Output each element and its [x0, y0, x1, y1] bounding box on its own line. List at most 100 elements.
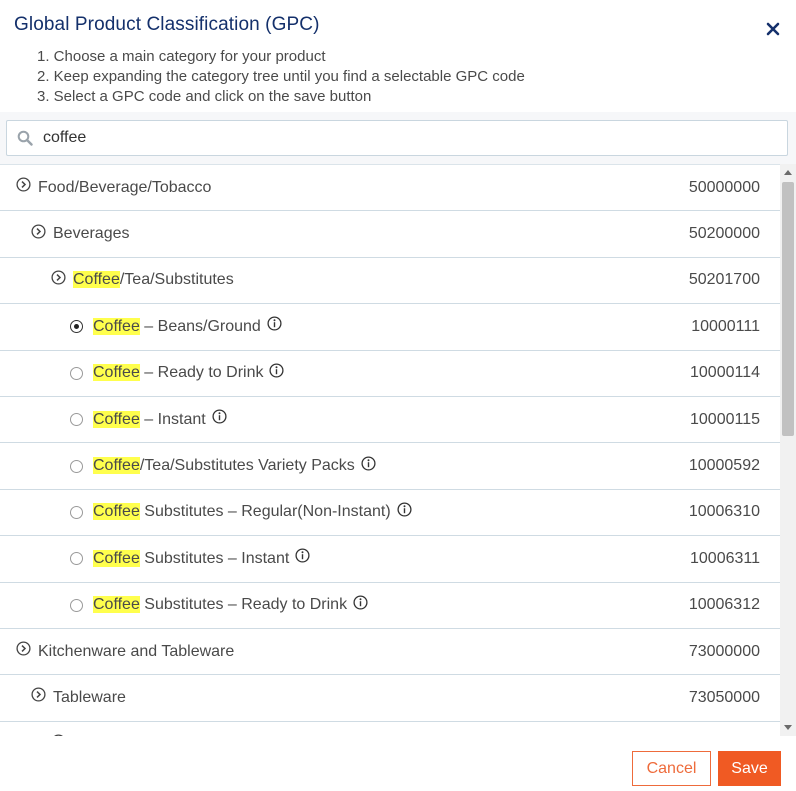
save-button[interactable]: Save [718, 751, 781, 786]
tree-category-row-partial[interactable] [0, 722, 780, 736]
row-label-text: /Tea/Substitutes [119, 271, 234, 289]
tree-option-row[interactable]: Coffee Substitutes – Ready to Drink 10006… [0, 583, 780, 629]
row-label-text: Food/Beverage/Tobacco [38, 178, 212, 196]
row-label-text: Beverages [53, 225, 130, 243]
scroll-thumb[interactable] [782, 182, 794, 436]
tree-option-row[interactable]: Coffee – Beans/Ground 10000111 [0, 304, 780, 351]
row-content: Tableware [31, 675, 126, 720]
gpc-code: 10006312 [688, 596, 760, 614]
tree-option-row[interactable]: Coffee Substitutes – Regular(Non-Instant… [0, 490, 780, 537]
search-highlight: Coffee [93, 410, 140, 428]
row-label-text: – Ready to Drink [139, 364, 264, 382]
gpc-radio-button[interactable] [70, 366, 83, 380]
chevron-right-circle-icon[interactable] [16, 177, 31, 192]
gpc-code: 10006311 [690, 549, 760, 567]
row-label: Coffee Substitutes – Ready to Drink [93, 596, 347, 614]
row-content: Food/Beverage/Tobacco [16, 165, 211, 210]
row-label: Coffee/Tea/Substitutes Variety Packs [93, 457, 355, 475]
row-content: Coffee – Beans/Ground [70, 304, 282, 349]
tree-category-row[interactable]: Food/Beverage/Tobacco 50000000 [0, 165, 780, 212]
gpc-code: 50200000 [688, 225, 760, 243]
row-label: Kitchenware and Tableware [38, 643, 234, 661]
info-icon[interactable] [353, 595, 368, 610]
search-box[interactable] [6, 120, 788, 156]
chevron-right-circle-icon[interactable] [31, 224, 46, 239]
tree-category-row[interactable]: Kitchenware and Tableware 73000000 [0, 629, 780, 676]
dialog-title: Global Product Classification (GPC) [14, 14, 320, 35]
search-icon [17, 130, 33, 146]
row-content: Coffee – Instant [70, 397, 227, 442]
row-content: Beverages [31, 211, 130, 256]
row-content: Coffee/Tea/Substitutes Variety Packs [70, 443, 376, 488]
gpc-radio-button[interactable] [70, 320, 83, 334]
tree-option-row[interactable]: Coffee – Instant 10000115 [0, 397, 780, 444]
close-icon[interactable] [764, 20, 782, 38]
row-label-text: Substitutes – Instant [139, 549, 290, 567]
gpc-code: 73000000 [688, 642, 760, 660]
row-label-text: Substitutes – Ready to Drink [139, 596, 348, 614]
info-icon[interactable] [361, 455, 376, 471]
row-label: Coffee – Ready to Drink [93, 364, 263, 382]
info-icon[interactable] [397, 502, 412, 517]
gpc-radio-button[interactable] [70, 459, 83, 473]
chevron-right-circle-icon[interactable] [31, 687, 46, 703]
row-label: Coffee Substitutes – Instant [93, 549, 290, 568]
info-icon[interactable] [212, 409, 227, 424]
search-highlight: Coffee [93, 457, 140, 475]
gpc-radio-button[interactable] [70, 413, 83, 427]
search-highlight: Coffee [93, 596, 140, 614]
row-label: Coffee – Beans/Ground [93, 317, 261, 336]
search-highlight: Coffee [73, 271, 120, 289]
row-content: Coffee Substitutes – Instant [70, 536, 310, 581]
gpc-radio-button[interactable] [70, 552, 83, 566]
tree-category-row[interactable]: Coffee/Tea/Substitutes 50201700 [0, 258, 780, 305]
row-label-text: – Instant [139, 410, 206, 428]
row-label-text: /Tea/Substitutes Variety Packs [139, 457, 355, 475]
gpc-code: 50201700 [688, 271, 760, 289]
chevron-right-circle-icon[interactable] [51, 270, 66, 285]
instruction-step-3: 3. Select a GPC code and click on the sa… [37, 88, 372, 105]
instructions-list: 1. Choose a main category for your produ… [37, 47, 525, 107]
tree-category-row[interactable]: Tableware 73050000 [0, 675, 780, 722]
row-content: Coffee/Tea/Substitutes [51, 258, 234, 303]
tree-category-row[interactable]: Beverages 50200000 [0, 211, 780, 258]
scroll-down-arrow-icon[interactable] [784, 725, 792, 730]
gpc-code: 10000115 [690, 410, 760, 428]
gpc-code: 73050000 [688, 688, 760, 706]
tree-option-row[interactable]: Coffee Substitutes – Instant 10006311 [0, 536, 780, 583]
row-label-text: Substitutes – Regular(Non-Instant) [139, 503, 391, 521]
gpc-code: 10000111 [691, 317, 760, 335]
scroll-up-arrow-icon[interactable] [784, 170, 792, 175]
row-label: Coffee/Tea/Substitutes [73, 271, 234, 289]
search-highlight: Coffee [93, 364, 140, 382]
gpc-radio-button[interactable] [70, 598, 83, 612]
row-label: Beverages [53, 225, 130, 243]
info-icon[interactable] [267, 316, 282, 331]
row-label: Coffee – Instant [93, 410, 206, 429]
row-label-text: – Beans/Ground [139, 317, 261, 335]
row-label-text: Kitchenware and Tableware [38, 642, 235, 660]
search-highlight: Coffee [93, 549, 140, 567]
chevron-right-circle-icon[interactable] [16, 641, 31, 656]
gpc-radio-button[interactable] [70, 505, 83, 519]
gpc-dialog: Global Product Classification (GPC) 1. C… [0, 0, 796, 791]
row-label-text: Tableware [53, 688, 126, 706]
info-icon[interactable] [269, 363, 285, 378]
dialog-footer: Cancel Save [0, 736, 796, 791]
search-input[interactable] [43, 121, 773, 155]
cancel-button[interactable]: Cancel [632, 751, 711, 786]
instruction-step-1: 1. Choose a main category for your produ… [37, 48, 326, 65]
row-content [51, 722, 73, 736]
gpc-code: 10000592 [688, 457, 760, 475]
row-content: Coffee Substitutes – Regular(Non-Instant… [70, 490, 412, 535]
tree-option-row[interactable]: Coffee/Tea/Substitutes Variety Packs 1000… [0, 443, 780, 490]
tree-scrollbar[interactable] [780, 164, 796, 736]
gpc-tree: Food/Beverage/Tobacco 50000000 Beverages 50… [0, 164, 780, 736]
tree-option-row[interactable]: Coffee – Ready to Drink 10000114 [0, 351, 780, 397]
gpc-code: 10006310 [688, 503, 760, 521]
row-content: Coffee – Ready to Drink [70, 351, 285, 396]
row-label: Food/Beverage/Tobacco [38, 179, 211, 197]
row-label: Tableware [53, 689, 126, 707]
row-content: Kitchenware and Tableware [16, 629, 234, 674]
info-icon[interactable] [295, 548, 310, 563]
